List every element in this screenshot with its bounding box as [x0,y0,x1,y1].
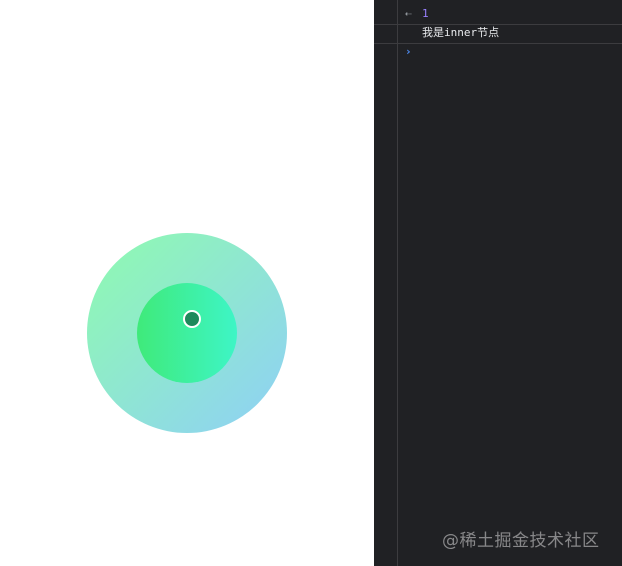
return-arrow-icon: ⇠ [405,7,412,20]
console-gutter [397,0,398,566]
devtools-console: ⇠ 1 我是inner节点 › [374,0,622,566]
page-canvas [0,0,374,566]
inner-circle[interactable] [137,283,237,383]
console-prompt-row[interactable]: › [374,43,622,62]
console-log-row[interactable]: 我是inner节点 [374,24,622,44]
watermark: @稀土掘金技术社区 [442,531,600,551]
center-dot[interactable] [183,310,201,328]
console-log-message[interactable]: 我是inner节点 [422,25,499,41]
prompt-chevron-icon: › [405,45,412,58]
console-return-value[interactable]: 1 [422,6,429,22]
console-return-row[interactable]: ⇠ 1 [374,5,622,25]
